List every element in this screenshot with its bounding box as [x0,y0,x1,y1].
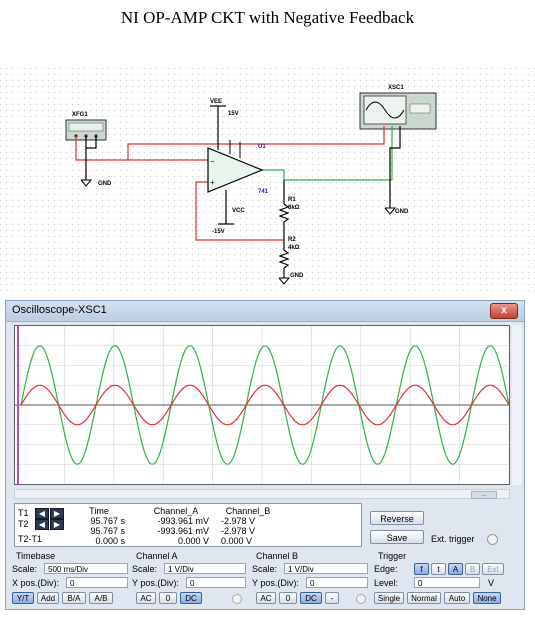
channel-b-scale-label: Scale: [252,564,278,574]
cursor-readout: T1 T2 T2-T1 ◀ ▶ ◀ ▶ Time 95.767 s 95.767… [14,503,362,547]
vertical-scrollbar[interactable] [512,325,522,485]
r1-value: 8kΩ [288,205,300,211]
time-header: Time [89,506,109,516]
channel-b-scale-field[interactable]: 1 V/Div [284,563,368,574]
mode-ab-button[interactable]: A/B [89,592,113,604]
svg-text:−: − [210,157,215,166]
horizontal-scrollbar[interactable]: ... [14,489,510,499]
channel-a-value: -993.961 mV [157,516,209,526]
t1-label: T1 [18,508,29,518]
trigger-source-b-button[interactable]: B [465,563,480,575]
vcc-value: -15V [212,229,225,235]
vee-label: VEE [210,99,222,105]
xpos-label: X pos.(Div): [12,578,60,588]
normal-trigger-button[interactable]: Normal [407,592,441,604]
time-value: 95.767 s [90,516,125,526]
vee-value: 15V [228,111,239,117]
t2-left-arrow-icon[interactable]: ◀ [35,519,49,530]
opamp-model: 741 [258,189,269,195]
time-value: 0.000 s [95,536,125,546]
channel-a-ypos-label: Y pos.(Div): [132,578,179,588]
vcc-label: VCC [232,208,245,214]
channel-b-value: 0.000 V [221,536,253,546]
time-column: Time 95.767 s 95.767 s 0.000 s [73,506,125,546]
channel-a-ac-button[interactable]: AC [136,592,156,604]
channel-b-column: Channel_B -2.978 V -2.978 V 0.000 V [221,506,275,546]
auto-trigger-button[interactable]: Auto [444,592,470,604]
reverse-button[interactable]: Reverse [370,511,424,525]
trigger-level-label: Level: [374,578,399,588]
waveform-plot [15,326,510,484]
window-titlebar[interactable]: Oscilloscope-XSC1 x [6,301,524,322]
channel-b-ypos-label: Y pos.(Div): [252,578,299,588]
r2-value: 4kΩ [288,245,300,251]
trigger-level-field[interactable]: 0 [414,577,480,588]
xfg-label: XFG1 [72,112,88,118]
close-button[interactable]: x [490,303,518,319]
t2t1-label: T2-T1 [18,534,43,544]
scope-screen[interactable] [14,325,510,485]
mode-yt-button[interactable]: Y/T [12,592,34,604]
window-title: Oscilloscope-XSC1 [12,304,107,316]
channel-b-ac-button[interactable]: AC [256,592,276,604]
channel-a-title: Channel A [136,551,178,561]
timebase-title: Timebase [16,551,56,561]
mode-ba-button[interactable]: B/A [62,592,86,604]
scroll-thumb[interactable]: ... [471,491,497,499]
svg-text:+: + [210,178,215,187]
rising-edge-icon[interactable]: f [414,563,429,575]
channel-a-terminal[interactable] [232,594,242,604]
channel-b-zero-button[interactable]: 0 [279,592,297,604]
gnd-left-label: GND [98,181,112,187]
t1-right-arrow-icon[interactable]: ▶ [50,508,64,519]
falling-edge-icon[interactable]: t [431,563,446,575]
xsc-label: XSC1 [388,85,404,91]
mode-add-button[interactable]: Add [37,592,59,604]
channel-b-ypos-field[interactable]: 0 [306,577,368,588]
xpos-field[interactable]: 0 [66,577,128,588]
gnd-right-label: GND [395,209,409,215]
schematic-grid [0,68,535,293]
channel-a-dc-button[interactable]: DC [180,592,202,604]
t1-left-arrow-icon[interactable]: ◀ [35,508,49,519]
trigger-level-unit: V [488,578,495,588]
single-trigger-button[interactable]: Single [374,592,404,604]
oscilloscope-window: Oscilloscope-XSC1 x ... T1 T2 T2-T1 ◀ ▶ … [5,300,525,610]
trigger-edge-label: Edge: [374,564,398,574]
ext-trigger-terminal[interactable] [487,534,498,545]
r2-label: R2 [288,237,296,243]
trigger-title: Trigger [378,551,407,561]
circuit-schematic: XFG1 XSC1 VEE 15V − + U1 741 VCC -15V R1… [0,68,535,293]
trigger-source-ext-button[interactable]: Ext [482,563,504,575]
channel-b-value: -2.978 V [221,526,256,536]
channel-b-header: Channel_B [225,506,271,516]
timebase-scale-field[interactable]: 500 ms/Div [44,563,128,574]
channel-b-value: -2.978 V [221,516,256,526]
channel-a-value: -993.961 mV [157,526,209,536]
timebase-scale-label: Scale: [12,564,38,574]
page-title: NI OP-AMP CKT with Negative Feedback [120,8,415,27]
trigger-source-a-button[interactable]: A [448,563,463,575]
gnd-bottom-label: GND [290,273,304,279]
channel-a-ypos-field[interactable]: 0 [186,577,246,588]
channel-b-dc-button[interactable]: DC [300,592,322,604]
r1-label: R1 [288,197,296,203]
channel-a-column: Channel_A -993.961 mV -993.961 mV 0.000 … [143,506,209,546]
u1-label: U1 [258,144,266,150]
channel-a-zero-button[interactable]: 0 [159,592,177,604]
channel-a-header: Channel_A [153,506,199,516]
channel-b-invert-button[interactable]: - [325,592,339,604]
ext-trigger-label: Ext. trigger [431,534,475,544]
channel-b-title: Channel B [256,551,299,561]
none-trigger-button[interactable]: None [473,592,501,604]
time-value: 95.767 s [90,526,125,536]
channel-a-value: 0.000 V [177,536,209,546]
channel-a-scale-field[interactable]: 1 V/Div [164,563,246,574]
channel-b-terminal[interactable] [356,594,366,604]
t2-right-arrow-icon[interactable]: ▶ [50,519,64,530]
save-button[interactable]: Save [370,530,424,544]
t2-label: T2 [18,519,29,529]
channel-a-scale-label: Scale: [132,564,158,574]
